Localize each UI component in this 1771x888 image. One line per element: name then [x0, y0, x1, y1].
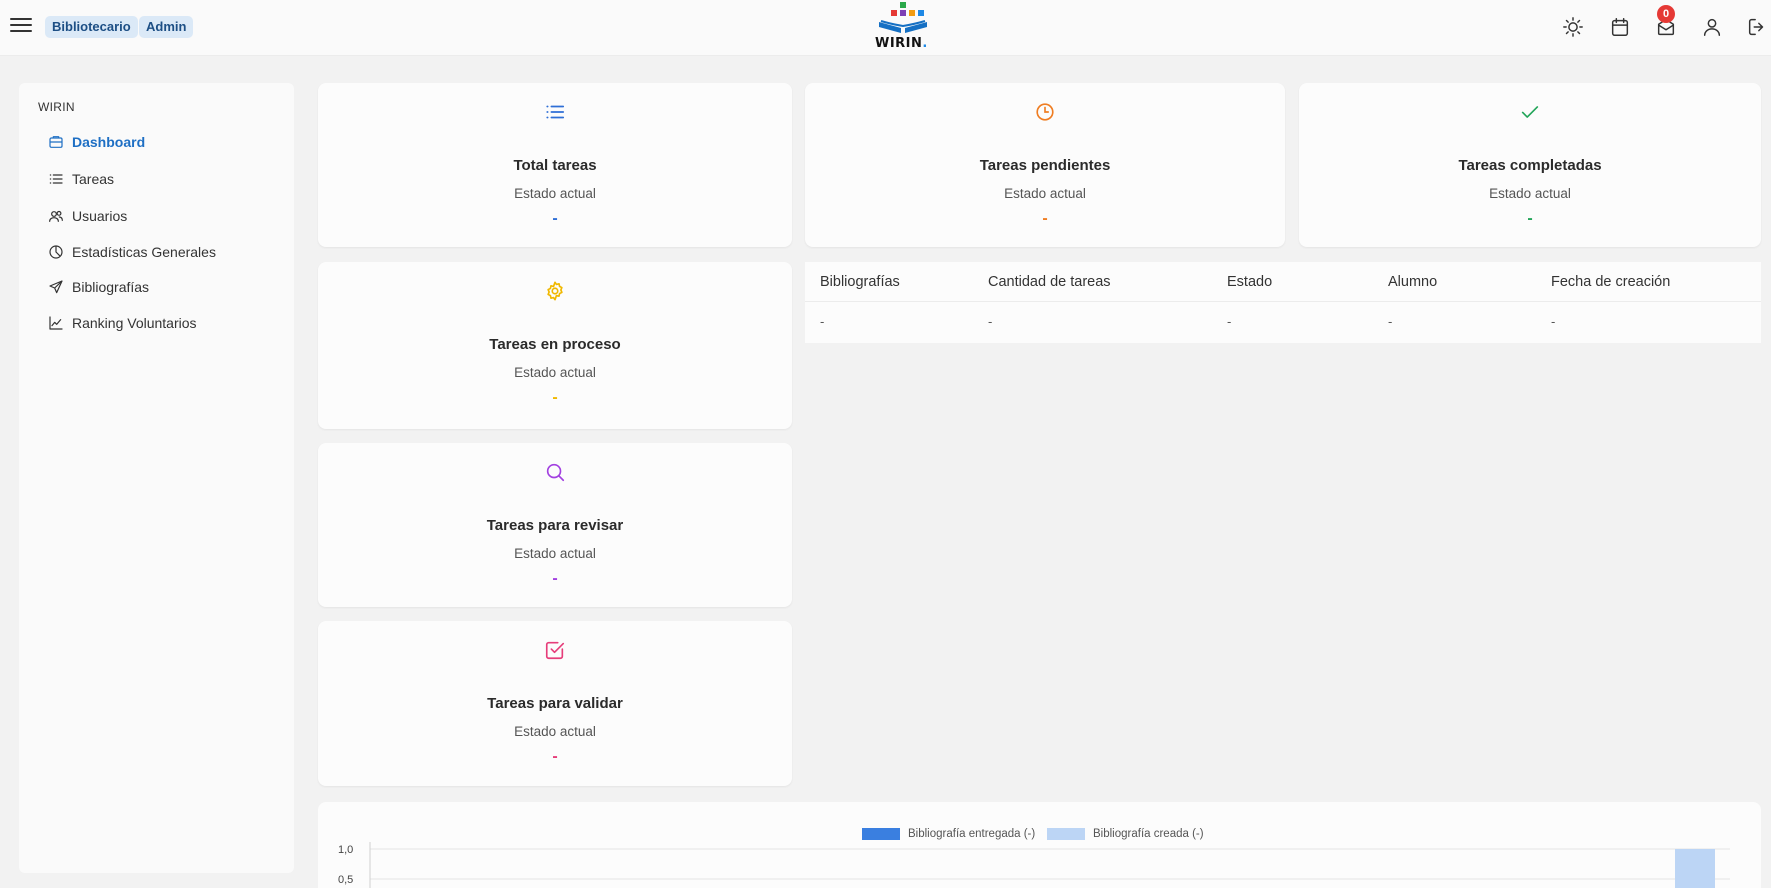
logout-icon[interactable] — [1746, 16, 1768, 38]
card-tareas-completadas[interactable]: Tareas completadas Estado actual - — [1299, 83, 1761, 247]
card-tareas-en-proceso[interactable]: Tareas en proceso Estado actual - — [318, 262, 792, 429]
notification-badge: 0 — [1657, 5, 1675, 23]
card-tareas-pendientes[interactable]: Tareas pendientes Estado actual - — [805, 83, 1285, 247]
card-tareas-para-validar[interactable]: Tareas para validar Estado actual - — [318, 621, 792, 786]
sidebar-item-label: Tareas — [72, 171, 115, 187]
card-value: - — [1527, 210, 1533, 227]
card-title: Tareas en proceso — [489, 336, 621, 353]
users-icon — [49, 210, 63, 222]
card-total-tareas[interactable]: Total tareas Estado actual - — [318, 83, 792, 247]
calendar-icon[interactable] — [1609, 16, 1631, 38]
logo-book-icon — [879, 20, 927, 33]
card-subtitle: Estado actual — [514, 365, 596, 380]
card-title: Tareas pendientes — [979, 157, 1111, 174]
pie-chart-icon — [49, 245, 63, 259]
column-header-estado[interactable]: Estado — [1227, 274, 1272, 290]
column-header-cantidad[interactable]: Cantidad de tareas — [988, 274, 1111, 290]
checkbox-icon — [545, 641, 565, 660]
card-value: - — [552, 748, 558, 765]
table-row[interactable]: - - - - - — [805, 303, 1761, 343]
column-header-alumno[interactable]: Alumno — [1388, 274, 1437, 290]
sidebar: WIRIN Dashboard Tareas Usuarios Estadíst… — [19, 83, 294, 873]
card-value: - — [552, 389, 558, 406]
card-title: Total tareas — [513, 157, 597, 174]
bibliografias-table: Bibliografías Cantidad de tareas Estado … — [805, 262, 1761, 343]
top-header: Bibliotecario Admin WIRIN. 0 — [0, 0, 1771, 56]
card-subtitle: Estado actual — [514, 724, 596, 739]
chart-plot: 1,0 0,5 — [338, 842, 1730, 888]
sidebar-item-label: Bibliografías — [72, 279, 150, 295]
check-icon — [1521, 106, 1539, 118]
sidebar-item-dashboard[interactable]: Dashboard — [48, 130, 145, 154]
logo-text: WIRIN. — [875, 36, 928, 51]
user-icon[interactable] — [1701, 16, 1723, 38]
sidebar-item-tareas[interactable]: Tareas — [48, 167, 114, 191]
table-header: Bibliografías Cantidad de tareas Estado … — [805, 262, 1761, 302]
list-icon — [49, 174, 63, 184]
dashboard-icon — [49, 136, 63, 148]
clock-icon — [1036, 103, 1054, 121]
column-header-bibliografias[interactable]: Bibliografías — [820, 274, 900, 290]
card-title: Tareas para validar — [487, 695, 623, 712]
card-subtitle: Estado actual — [514, 186, 596, 201]
card-subtitle: Estado actual — [514, 546, 596, 561]
sidebar-item-label: Dashboard — [72, 134, 146, 150]
role-badge-admin: Admin — [139, 16, 194, 38]
sidebar-item-estadisticas[interactable]: Estadísticas Generales — [48, 240, 216, 264]
sidebar-item-ranking[interactable]: Ranking Voluntarios — [48, 311, 197, 335]
card-value: - — [552, 210, 558, 227]
sidebar-item-bibliografias[interactable]: Bibliografías — [48, 275, 149, 299]
card-tareas-para-revisar[interactable]: Tareas para revisar Estado actual - — [318, 443, 792, 607]
card-subtitle: Estado actual — [1489, 186, 1571, 201]
bar-bibliografia-creada[interactable] — [1675, 849, 1715, 888]
sun-icon[interactable] — [1562, 16, 1584, 38]
trend-chart-icon — [49, 316, 63, 330]
card-title: Tareas completadas — [1458, 157, 1602, 174]
card-title: Tareas para revisar — [486, 517, 624, 534]
sidebar-item-usuarios[interactable]: Usuarios — [48, 204, 127, 228]
logo-blocks-icon — [887, 2, 924, 18]
y-tick-label: 0,5 — [338, 874, 353, 886]
menu-icon[interactable] — [10, 14, 32, 40]
wirin-logo[interactable]: WIRIN. — [873, 2, 933, 52]
role-badge-bibliotecario: Bibliotecario — [45, 16, 138, 38]
column-header-fecha[interactable]: Fecha de creación — [1551, 274, 1670, 290]
table-cell: - — [1227, 314, 1232, 329]
card-subtitle: Estado actual — [1004, 186, 1086, 201]
sidebar-item-label: Estadísticas Generales — [72, 244, 216, 260]
card-value: - — [552, 570, 558, 587]
table-cell: - — [820, 314, 825, 329]
card-value: - — [1042, 210, 1048, 227]
bibliografias-chart: Bibliografía entregada (-) Bibliografía … — [318, 802, 1761, 888]
table-cell: - — [988, 314, 993, 329]
table-cell: - — [1551, 314, 1556, 329]
sidebar-item-label: Usuarios — [72, 208, 128, 224]
sidebar-title: WIRIN — [38, 100, 75, 114]
table-cell: - — [1388, 314, 1393, 329]
list-icon — [546, 105, 565, 119]
search-icon — [546, 463, 565, 482]
sidebar-item-label: Ranking Voluntarios — [72, 315, 197, 331]
send-icon — [49, 280, 63, 294]
gear-icon — [547, 281, 563, 301]
y-tick-label: 1,0 — [338, 844, 353, 856]
